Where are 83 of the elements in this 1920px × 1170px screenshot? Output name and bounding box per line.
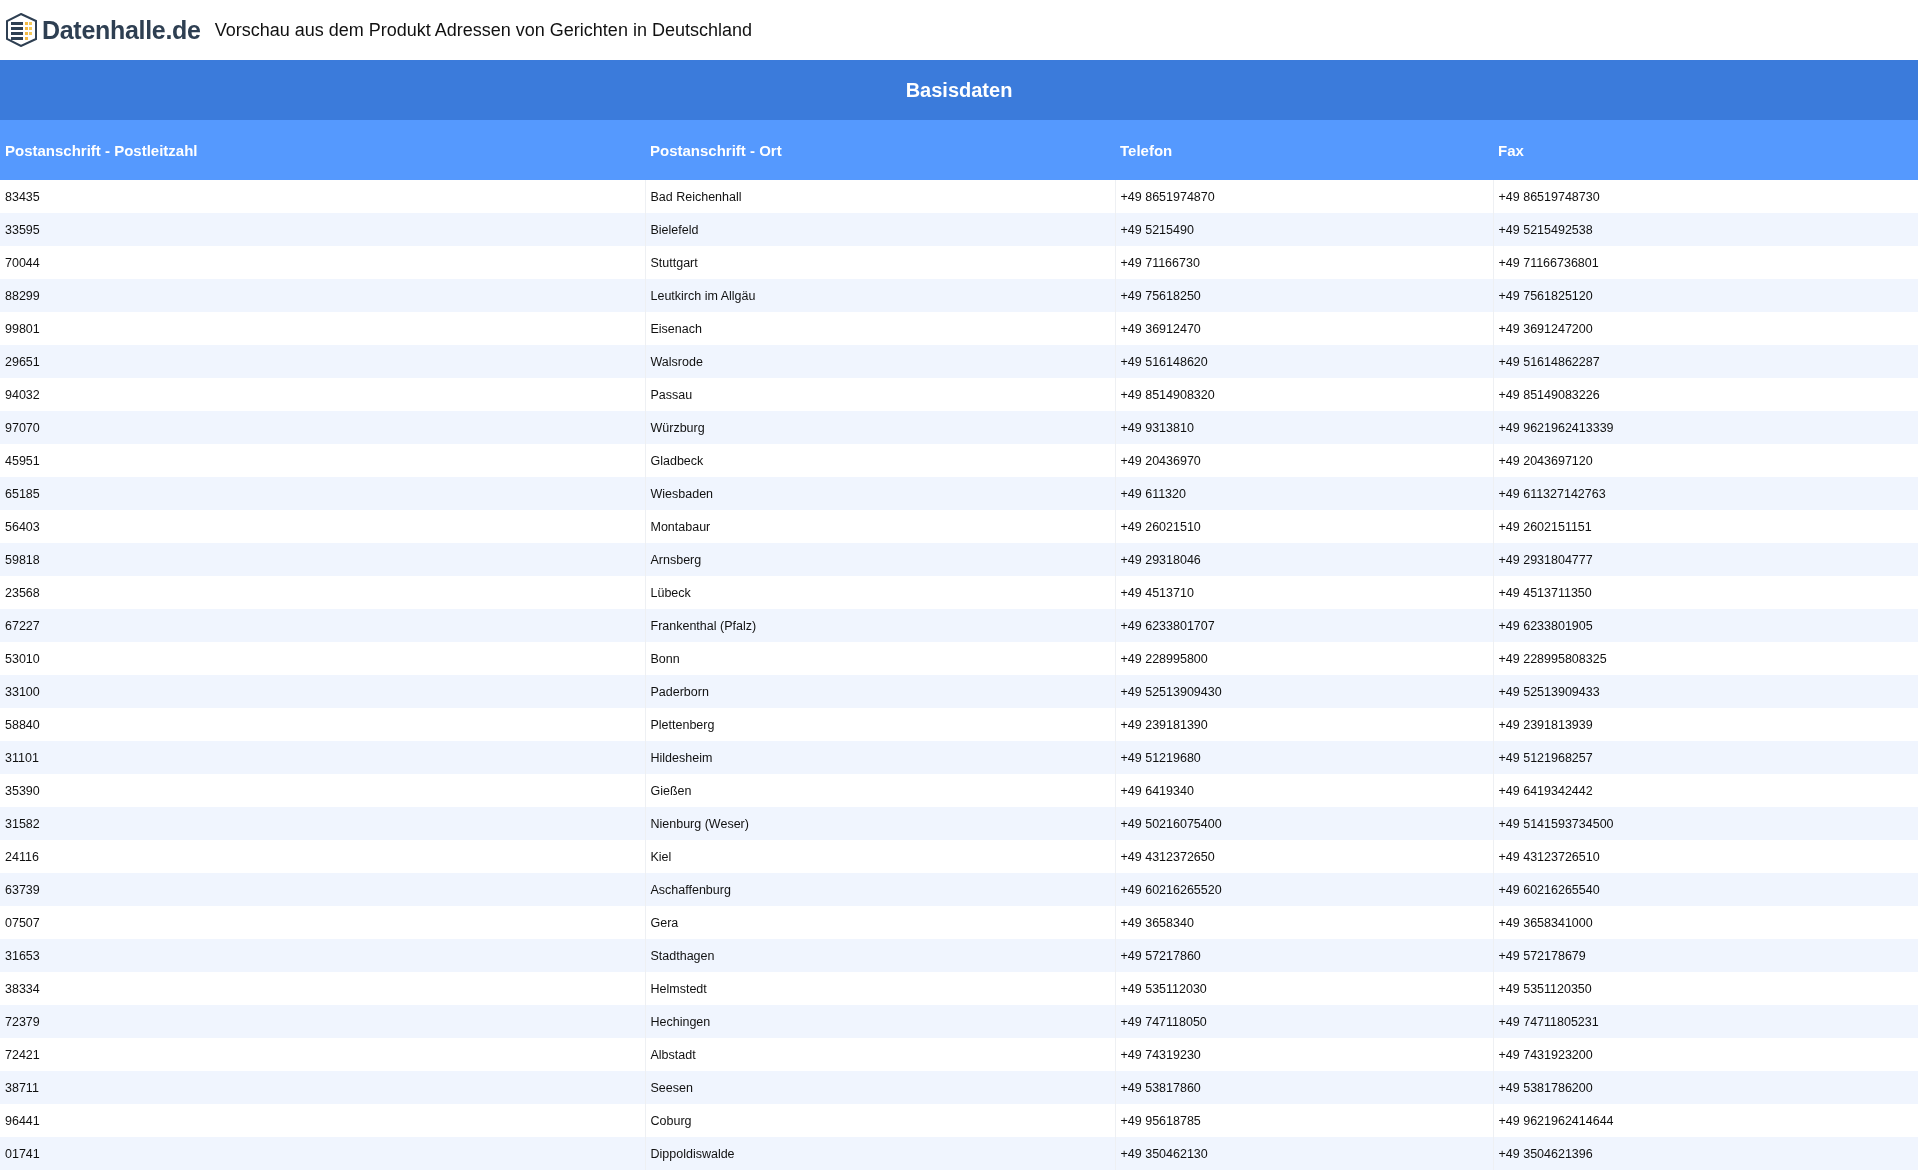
table-cell: Wiesbaden [645,477,1115,510]
page-title: Vorschau aus dem Produkt Adressen von Gerichten in Deutschland [214,19,752,41]
table-cell: +49 75618250 [1115,279,1493,312]
table-cell: 29651 [0,345,645,378]
table-cell: 94032 [0,378,645,411]
section-header: Basisdaten [0,60,1918,120]
table-cell: +49 74711805231 [1493,1005,1918,1038]
table-cell: Hechingen [645,1005,1115,1038]
table-cell: Paderborn [645,675,1115,708]
table-cell: +49 5215492538 [1493,213,1918,246]
table-cell: +49 29318046 [1115,543,1493,576]
table-cell: Walsrode [645,345,1115,378]
table-cell: 56403 [0,510,645,543]
table-cell: +49 5121968257 [1493,741,1918,774]
table-cell: Seesen [645,1071,1115,1104]
table-cell: +49 516148620 [1115,345,1493,378]
table-cell: +49 53817860 [1115,1071,1493,1104]
table-cell: Arnsberg [645,543,1115,576]
table-cell: +49 5381786200 [1493,1071,1918,1104]
table-cell: +49 7561825120 [1493,279,1918,312]
table-cell: +49 60216265520 [1115,873,1493,906]
table-cell: 96441 [0,1104,645,1137]
table-cell: 24116 [0,840,645,873]
table-cell: +49 3504621396 [1493,1137,1918,1170]
table-cell: 31101 [0,741,645,774]
table-cell: 53010 [0,642,645,675]
table-cell: 72421 [0,1038,645,1071]
table-cell: +49 9621962413339 [1493,411,1918,444]
table-cell: Bielefeld [645,213,1115,246]
table-cell: +49 5215490 [1115,213,1493,246]
table-cell: +49 572178679 [1493,939,1918,972]
table-cell: +49 611320 [1115,477,1493,510]
table-cell: 01741 [0,1137,645,1170]
table-cell: 67227 [0,609,645,642]
table-cell: 58840 [0,708,645,741]
table-cell: +49 52513909430 [1115,675,1493,708]
table-cell: Hildesheim [645,741,1115,774]
table-cell: +49 2931804777 [1493,543,1918,576]
table-cell: 59818 [0,543,645,576]
table-cell: 38334 [0,972,645,1005]
table-cell: 88299 [0,279,645,312]
table-cell: Aschaffenburg [645,873,1115,906]
table-cell: Würzburg [645,411,1115,444]
table-cell: +49 350462130 [1115,1137,1493,1170]
table-cell: +49 5141593734500 [1493,807,1918,840]
table-cell: 99801 [0,312,645,345]
logo-text[interactable]: Datenhalle.de [42,15,201,45]
column-header: Telefon [1115,120,1493,180]
table-cell: +49 9313810 [1115,411,1493,444]
table-cell: 65185 [0,477,645,510]
table-cell: +49 6233801905 [1493,609,1918,642]
table-cell: Dippoldiswalde [645,1137,1115,1170]
table-cell: 83435 [0,180,645,213]
table-cell: Frankenthal (Pfalz) [645,609,1115,642]
table-cell: +49 52513909433 [1493,675,1918,708]
table-cell: 45951 [0,444,645,477]
table-cell: +49 747118050 [1115,1005,1493,1038]
table-cell: +49 60216265540 [1493,873,1918,906]
logo-icon [5,13,38,47]
table-cell: +49 6233801707 [1115,609,1493,642]
table-cell: +49 51614862287 [1493,345,1918,378]
column-header: Postanschrift - Ort [645,120,1115,180]
table-cell: 33100 [0,675,645,708]
column-header: Fax [1493,120,1918,180]
table-cell: +49 51219680 [1115,741,1493,774]
table-cell: 38711 [0,1071,645,1104]
table-cell: 31582 [0,807,645,840]
table-cell: 31653 [0,939,645,972]
table-cell: Stadthagen [645,939,1115,972]
table-cell: 97070 [0,411,645,444]
table-cell: 70044 [0,246,645,279]
table-cell: 35390 [0,774,645,807]
table-cell: 72379 [0,1005,645,1038]
table-cell: 07507 [0,906,645,939]
table-cell: 63739 [0,873,645,906]
column-header: Postanschrift - Postleitzahl [0,120,645,180]
table-cell: Leutkirch im Allgäu [645,279,1115,312]
table-cell: 33595 [0,213,645,246]
table-cell: 23568 [0,576,645,609]
table-cell: +49 57217860 [1115,939,1493,972]
table-cell: Nienburg (Weser) [645,807,1115,840]
table-cell: +49 611327142763 [1493,477,1918,510]
table-cell: +49 50216075400 [1115,807,1493,840]
